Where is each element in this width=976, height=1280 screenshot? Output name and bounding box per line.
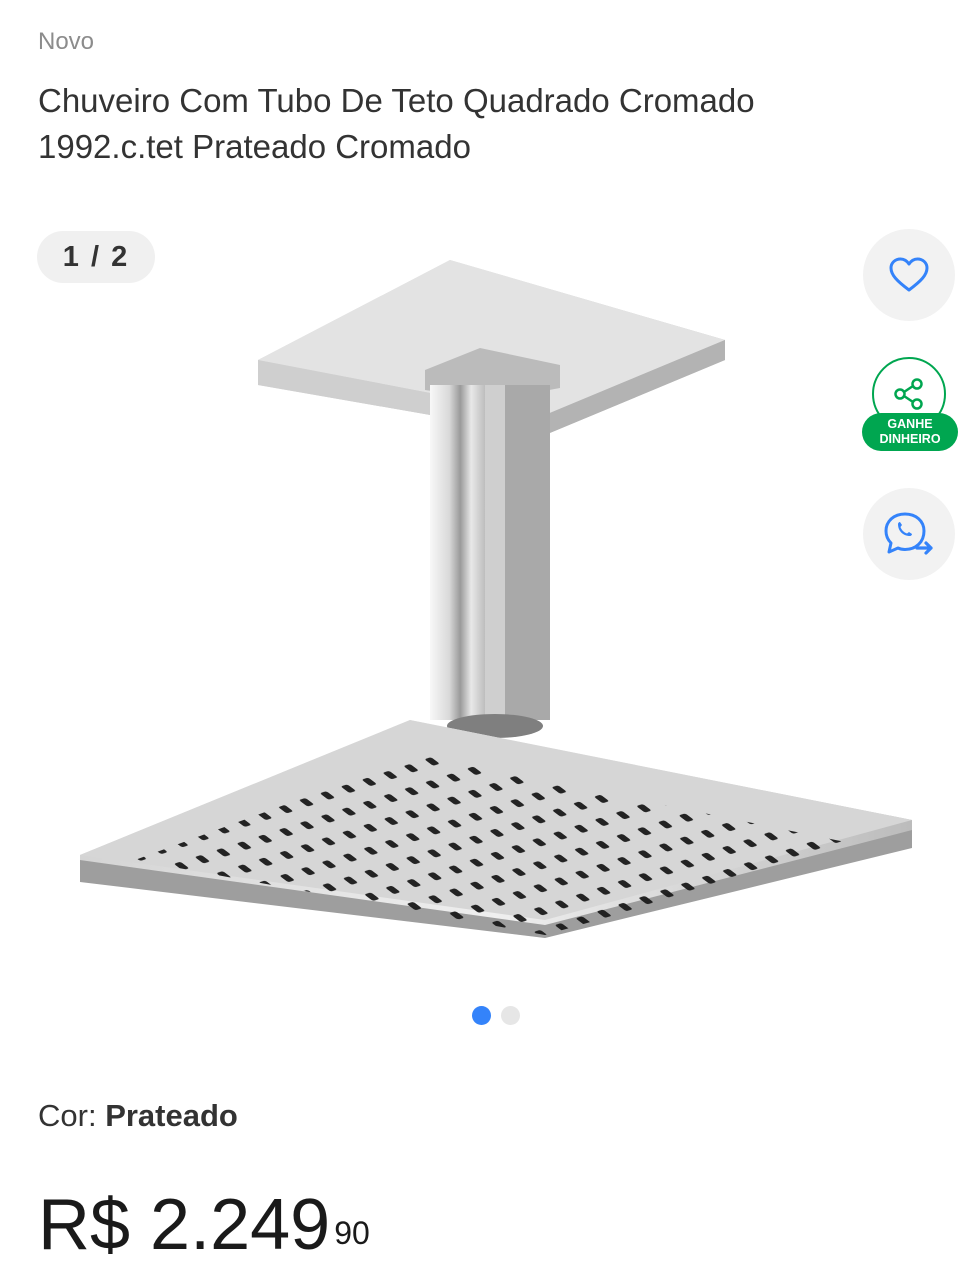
product-gallery[interactable] (0, 220, 976, 1040)
color-value: Prateado (105, 1098, 238, 1133)
earn-money-badge: GANHE DINHEIRO (862, 413, 958, 451)
product-title: Chuveiro Com Tubo De Teto Quadrado Croma… (38, 82, 755, 165)
price-cents: 90 (334, 1215, 370, 1251)
price: R$ 2.249 90 (38, 1182, 370, 1268)
gallery-pagination[interactable] (472, 1006, 520, 1025)
condition-label: Novo (38, 28, 95, 55)
color-variant: Cor: Prateado (38, 1098, 238, 1134)
pagination-dot-active[interactable] (472, 1006, 491, 1025)
share-icon (894, 378, 923, 410)
share-earn-button[interactable]: GANHE DINHEIRO (860, 357, 958, 455)
product-image (80, 260, 912, 938)
whatsapp-icon (884, 512, 933, 555)
image-counter: 1 / 2 (37, 231, 155, 283)
pagination-dot[interactable] (501, 1006, 520, 1025)
color-label: Cor: (38, 1098, 106, 1133)
heart-icon (889, 257, 929, 292)
whatsapp-share-button[interactable] (863, 488, 955, 580)
favorite-button[interactable] (863, 229, 955, 321)
price-main: R$ 2.249 (38, 1185, 331, 1265)
